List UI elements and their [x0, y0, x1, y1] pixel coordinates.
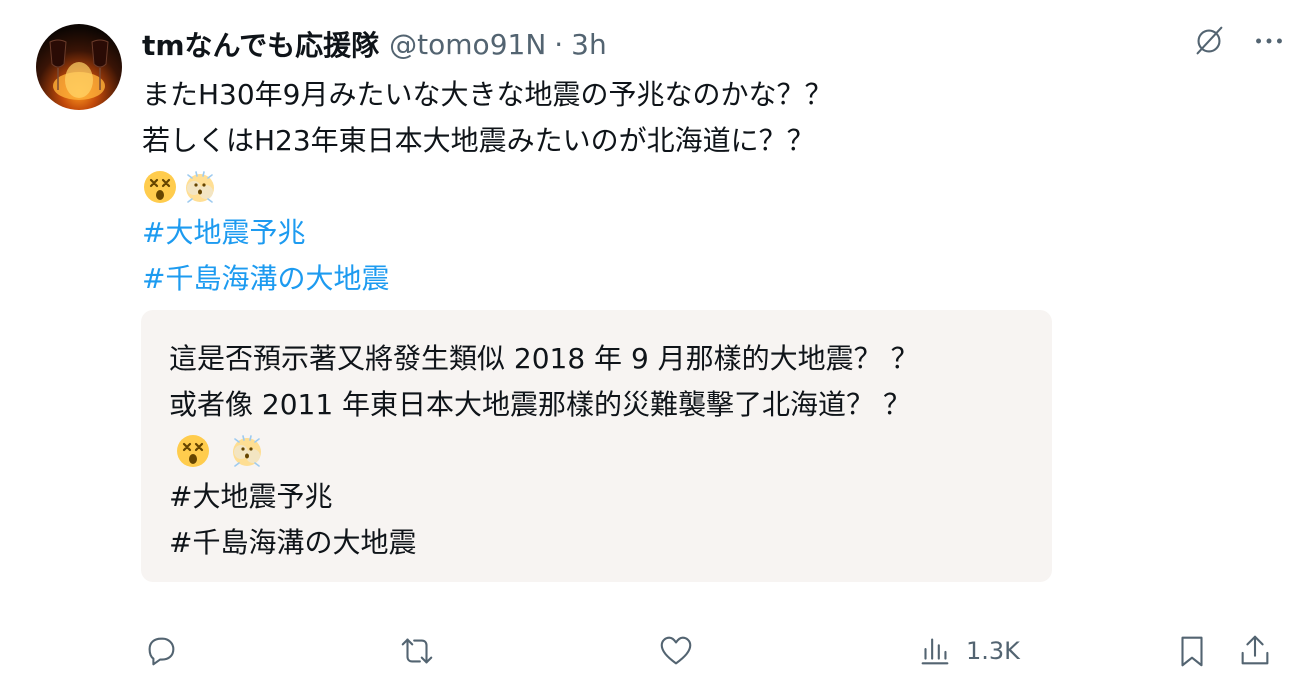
emoji-row [142, 164, 1142, 210]
avatar[interactable] [36, 24, 122, 110]
avatar-image [49, 39, 109, 100]
views-button[interactable]: 1.3K [916, 626, 1020, 676]
bookmark-button[interactable] [1173, 626, 1211, 676]
tweet-line-1: またH30年9月みたいな大きな地震の予兆なのかな？？ [142, 78, 833, 111]
more-options-button[interactable] [1250, 22, 1288, 60]
tweet-body: またH30年9月みたいな大きな地震の予兆なのかな？？ 若しくはH23年東日本大地… [142, 72, 1142, 302]
tweet-line-2: 若しくはH23年東日本大地震みたいのが北海道に？？ [142, 124, 815, 157]
share-icon [1241, 635, 1269, 665]
more-icon [1256, 38, 1282, 44]
tweet-top-actions [1190, 22, 1288, 60]
grok-icon [1196, 26, 1223, 55]
face-in-clouds-emoji-icon [233, 435, 261, 467]
bookmark-icon [1181, 636, 1203, 667]
like-button[interactable] [657, 626, 695, 676]
tweet-header: tmなんでも応援隊 @tomo91N · 3h [142, 22, 607, 66]
views-count: 1.3K [966, 637, 1020, 665]
views-icon [921, 638, 949, 665]
author-handle[interactable]: @tomo91N [389, 28, 546, 61]
translation-box: 這是否預示著又將發生類似 2018 年 9 月那樣的大地震？ ？ 或者像 201… [141, 310, 1052, 582]
translation-hashtag-2: #千島海溝の大地震 [169, 526, 417, 559]
hashtag-link-1[interactable]: #大地震予兆 [142, 210, 1142, 256]
heart-icon [660, 636, 692, 665]
translation-text: 這是否預示著又將發生類似 2018 年 9 月那樣的大地震？ ？ 或者像 201… [169, 336, 1032, 566]
reply-button[interactable] [142, 626, 180, 676]
tweet-time[interactable]: 3h [571, 28, 607, 61]
tweet-actions: 1.3K [142, 626, 1292, 676]
translation-hashtag-1: #大地震予兆 [169, 480, 333, 513]
hashtag-link-2[interactable]: #千島海溝の大地震 [142, 256, 1142, 302]
reply-icon [148, 637, 175, 666]
translation-emoji-row [169, 428, 1032, 474]
translation-line-1: 這是否預示著又將發生類似 2018 年 9 月那樣的大地震？ ？ [169, 342, 919, 375]
dizzy-face-emoji-icon [144, 171, 176, 203]
separator-dot: · [554, 27, 564, 61]
retweet-button[interactable] [398, 626, 436, 676]
author-name[interactable]: tmなんでも応援隊 [142, 24, 379, 64]
retweet-icon [401, 638, 433, 664]
face-in-clouds-emoji-icon [186, 171, 214, 203]
grok-button[interactable] [1190, 22, 1228, 60]
translation-line-2: 或者像 2011 年東日本大地震那樣的災難襲擊了北海道？ ？ [169, 388, 911, 421]
share-button[interactable] [1236, 626, 1274, 676]
dizzy-face-emoji-icon [177, 435, 209, 467]
